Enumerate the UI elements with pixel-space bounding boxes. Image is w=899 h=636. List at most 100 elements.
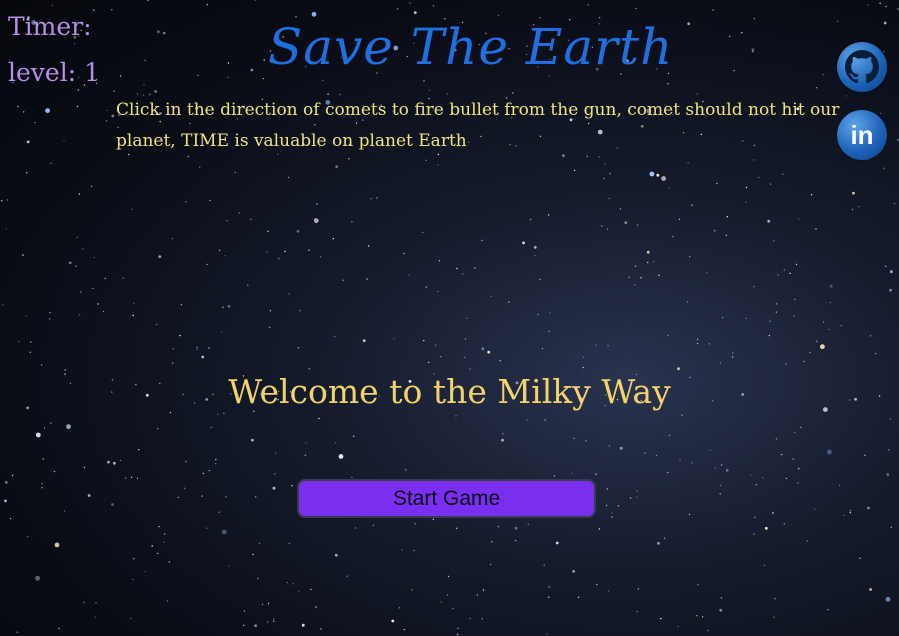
star	[130, 476, 133, 478]
star	[267, 230, 269, 232]
star	[171, 237, 174, 240]
star	[885, 596, 891, 602]
star	[26, 172, 28, 174]
star	[269, 310, 272, 312]
star	[258, 542, 261, 545]
star	[184, 487, 186, 489]
star	[696, 615, 698, 617]
star	[286, 581, 289, 584]
star	[601, 225, 603, 227]
star	[753, 159, 755, 161]
star	[794, 298, 796, 301]
star	[777, 274, 779, 276]
star	[514, 526, 518, 530]
star	[26, 140, 30, 144]
star	[598, 528, 601, 530]
star	[793, 431, 796, 433]
star	[423, 80, 425, 82]
linkedin-link[interactable]: in	[837, 110, 887, 160]
star	[93, 256, 96, 259]
star	[679, 459, 681, 462]
linkedin-glyph: in	[850, 120, 873, 150]
star	[197, 74, 199, 77]
star	[63, 510, 66, 512]
star	[732, 352, 734, 354]
star	[879, 2, 881, 4]
linkedin-icon: in	[850, 120, 873, 150]
star	[649, 171, 655, 177]
star	[227, 76, 229, 79]
star	[334, 335, 336, 338]
star	[334, 553, 338, 557]
star	[254, 0, 256, 1]
star	[577, 596, 580, 598]
star	[605, 504, 608, 507]
star	[803, 360, 805, 363]
star	[226, 220, 228, 222]
star	[628, 276, 630, 279]
star	[836, 20, 839, 23]
star	[502, 433, 504, 435]
star	[607, 590, 610, 592]
star	[299, 310, 301, 312]
star	[714, 467, 717, 469]
star	[678, 218, 681, 220]
star	[304, 454, 306, 456]
star	[301, 623, 305, 627]
star	[144, 570, 146, 573]
star	[885, 5, 887, 8]
star	[497, 525, 500, 528]
star	[769, 183, 772, 185]
star	[890, 270, 893, 274]
star	[272, 486, 276, 490]
star	[83, 466, 86, 469]
star	[768, 334, 770, 337]
star	[177, 496, 179, 499]
star	[764, 526, 768, 530]
star	[851, 208, 854, 211]
star	[41, 487, 43, 489]
star	[4, 499, 7, 503]
star	[297, 347, 300, 349]
star	[396, 8, 399, 10]
star	[896, 139, 899, 141]
star	[634, 284, 636, 286]
star	[29, 351, 31, 353]
star	[828, 328, 830, 331]
star	[413, 11, 417, 15]
star	[228, 565, 230, 567]
star	[858, 206, 860, 208]
star	[351, 476, 353, 479]
star	[78, 193, 81, 195]
star	[839, 484, 841, 487]
star	[544, 419, 546, 421]
star	[130, 617, 132, 620]
star	[250, 68, 254, 72]
star	[606, 488, 608, 490]
star	[667, 83, 669, 85]
github-link[interactable]	[837, 42, 887, 92]
star	[251, 438, 254, 442]
star	[157, 428, 159, 430]
star	[335, 165, 339, 169]
star	[691, 204, 693, 206]
star	[196, 348, 198, 351]
star	[619, 446, 623, 450]
star	[225, 496, 227, 498]
game-hud: Timer: level: 1	[8, 4, 100, 96]
star	[583, 356, 585, 358]
star	[1, 200, 3, 202]
star	[604, 163, 606, 165]
star	[548, 596, 550, 598]
star	[49, 318, 51, 320]
star	[82, 248, 84, 250]
start-game-button[interactable]: Start Game	[297, 479, 596, 518]
star	[106, 109, 108, 112]
star	[437, 164, 439, 166]
star	[729, 35, 731, 38]
star	[797, 218, 800, 220]
star	[773, 240, 775, 242]
star	[782, 173, 784, 175]
star	[353, 435, 355, 437]
star	[262, 77, 265, 80]
